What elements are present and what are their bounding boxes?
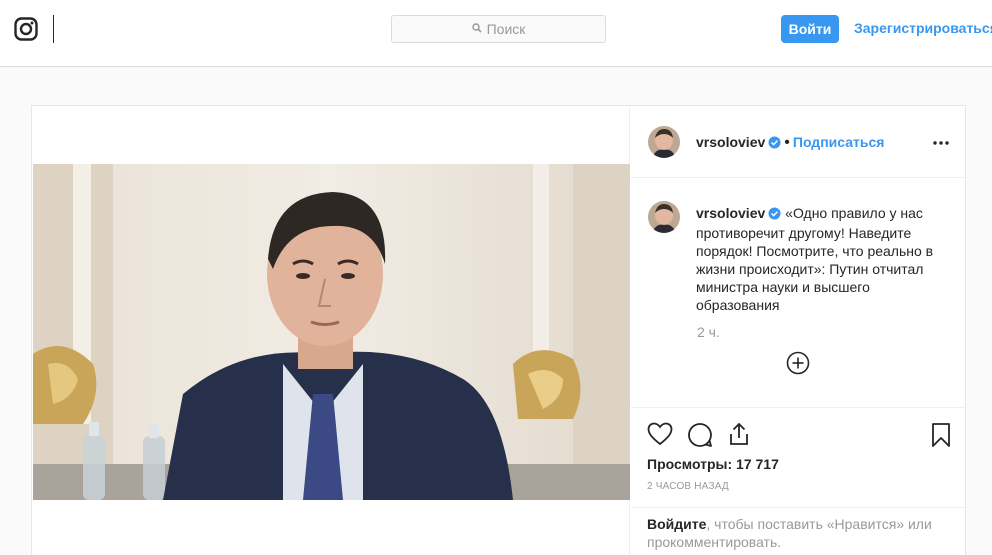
post-card: vrsoloviev • Подписаться vrsoloviev «Одно … [31,105,966,555]
post-actions-section: Просмотры: 17 717 2 часов назад Войдите,… [631,407,965,555]
views-count[interactable]: Просмотры: 17 717 [647,456,779,472]
login-button[interactable]: Войти [781,15,839,43]
login-link[interactable]: Войдите [647,516,706,532]
caption-avatar[interactable] [648,201,680,233]
post-header-text: vrsoloviev • Подписаться [696,134,884,154]
top-navigation-bar: Поиск Войти Зарегистрироваться [0,0,992,67]
bookmark-icon[interactable] [931,422,951,453]
caption-text: «Одно правило у нас противоречит другому… [696,205,934,313]
verified-badge-icon [768,206,781,224]
instagram-logo-icon[interactable] [14,17,38,41]
heart-icon[interactable] [647,422,673,451]
share-icon[interactable] [728,422,750,451]
username-link[interactable]: vrsoloviev [696,134,765,150]
search-placeholder: Поиск [486,21,526,37]
login-prompt: Войдите, чтобы поставить «Нравится» или … [631,507,965,555]
logo-divider [53,15,54,43]
verified-badge-icon [768,136,781,154]
relative-time: 2 ч. [697,324,720,340]
signup-link[interactable]: Зарегистрироваться [854,20,992,36]
separator-dot: • [784,134,790,151]
comment-icon[interactable] [687,422,713,453]
search-icon [471,20,482,38]
post-timestamp: 2 часов назад [647,481,729,492]
post-photo[interactable] [33,164,630,500]
plus-circle-icon[interactable] [786,351,810,380]
post-sidebar: vrsoloviev • Подписаться vrsoloviev «Одно … [631,106,965,555]
post-media-area [32,106,630,555]
more-options-icon[interactable] [933,132,949,150]
avatar[interactable] [648,126,680,158]
caption-username[interactable]: vrsoloviev [696,205,765,221]
follow-button[interactable]: Подписаться [793,134,885,150]
search-input[interactable]: Поиск [391,15,606,43]
post-caption: vrsoloviev «Одно правило у нас противоре… [696,204,951,314]
post-header: vrsoloviev • Подписаться [631,106,965,178]
